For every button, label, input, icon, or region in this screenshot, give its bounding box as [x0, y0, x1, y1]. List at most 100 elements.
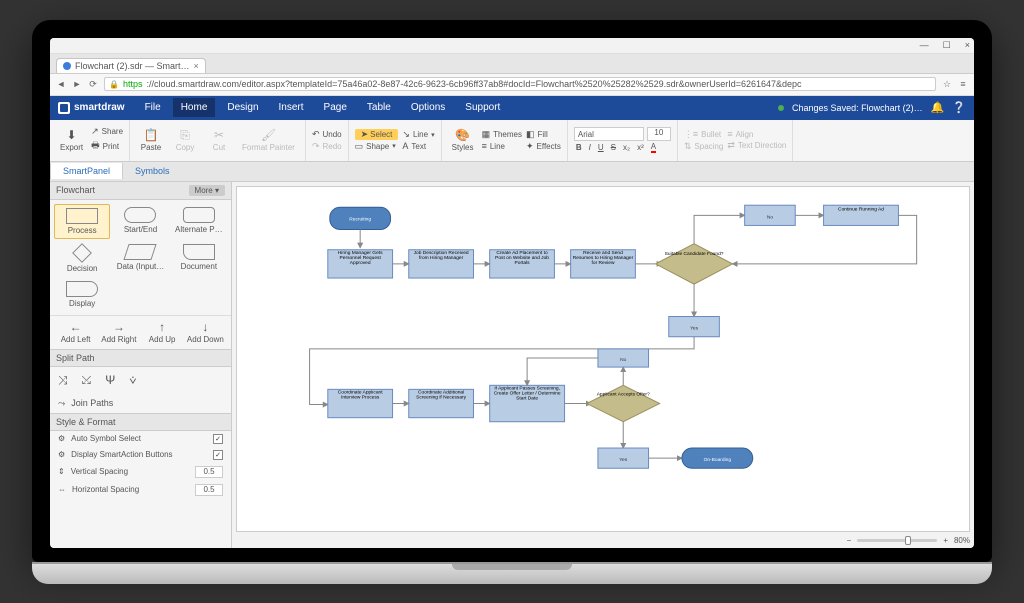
print-button[interactable]: 🖶Print — [91, 138, 123, 154]
split-tree-icon[interactable]: Ψ — [105, 373, 115, 388]
v-spacing-input[interactable]: 0.5 — [195, 466, 223, 478]
brand[interactable]: smartdraw — [58, 102, 125, 114]
browser-menu-icon[interactable]: ≡ — [958, 79, 968, 89]
bold-button[interactable]: B — [576, 143, 582, 152]
paste-button[interactable]: 📋Paste — [136, 127, 166, 154]
nav-back-icon[interactable]: ◄ — [56, 79, 66, 89]
menu-options[interactable]: Options — [403, 98, 453, 117]
url-protocol: https — [123, 79, 143, 89]
tab-close-icon[interactable]: × — [194, 61, 199, 71]
italic-button[interactable]: I — [589, 143, 591, 152]
menu-table[interactable]: Table — [359, 98, 399, 117]
zoom-out-icon[interactable]: − — [847, 536, 852, 545]
join-icon: ⤳ — [58, 398, 65, 409]
bookmark-star-icon[interactable]: ☆ — [942, 79, 952, 90]
node-d2: Applicant Accepts Offer? — [587, 385, 660, 421]
shape-decision[interactable]: Decision — [54, 241, 110, 276]
shape-datainput[interactable]: Data (Input… — [112, 241, 168, 276]
zoom-slider[interactable] — [857, 539, 937, 542]
line-style-button[interactable]: ≡Line — [482, 141, 522, 151]
canvas[interactable]: Recruiting Hiring Manager Gets Personnel… — [236, 186, 970, 532]
smartaction-row[interactable]: ⚙Display SmartAction Buttons✓ — [50, 447, 231, 463]
subscript-button[interactable]: x₂ — [623, 143, 630, 152]
add-left-button[interactable]: ←Add Left — [54, 318, 97, 347]
redo-icon: ↷ — [312, 141, 320, 152]
window-minimize[interactable]: — — [920, 40, 929, 50]
cut-button[interactable]: ✂Cut — [204, 127, 234, 154]
font-size-select[interactable]: 10 — [647, 127, 671, 141]
node-b4: Receive and Send Resumes to Hiring Manag… — [571, 249, 636, 277]
shape-alternate[interactable]: Alternate P… — [171, 204, 227, 239]
shape-document[interactable]: Document — [171, 241, 227, 276]
split-multi-icon[interactable]: ⩒ — [129, 373, 136, 388]
line-tool[interactable]: ↘Line▾ — [402, 129, 434, 140]
menu-page[interactable]: Page — [316, 98, 355, 117]
menu-home[interactable]: Home — [173, 98, 216, 117]
export-button[interactable]: ⬇Export — [56, 127, 87, 154]
favicon-icon — [63, 62, 71, 70]
auto-symbol-checkbox[interactable]: ✓ — [213, 434, 223, 444]
align-button[interactable]: ≡Align — [727, 129, 786, 139]
h-spacing-input[interactable]: 0.5 — [195, 484, 223, 496]
themes-icon: ▦ — [482, 129, 491, 140]
menu-insert[interactable]: Insert — [271, 98, 312, 117]
text-tool[interactable]: AText — [402, 141, 434, 151]
add-up-button[interactable]: ↑Add Up — [141, 318, 184, 347]
split-2-icon[interactable]: ⤨ — [58, 373, 68, 388]
add-right-button[interactable]: →Add Right — [97, 318, 140, 347]
notification-icon[interactable]: 🔔 — [931, 101, 945, 114]
auto-symbol-row[interactable]: ⚙Auto Symbol Select✓ — [50, 431, 231, 447]
font-color-button[interactable]: A — [651, 142, 656, 153]
window-maximize[interactable]: ☐ — [943, 40, 951, 51]
svg-text:No: No — [620, 357, 626, 363]
nav-reload-icon[interactable]: ⟳ — [88, 79, 98, 90]
split-path-icons: ⤨ ⤩ Ψ ⩒ — [50, 367, 231, 394]
share-button[interactable]: ↗Share — [91, 126, 123, 137]
menu-design[interactable]: Design — [219, 98, 266, 117]
fill-button[interactable]: ◧Fill — [526, 129, 561, 140]
effects-button[interactable]: ✦Effects — [526, 141, 561, 152]
redo-button[interactable]: ↷Redo — [312, 141, 342, 152]
strike-button[interactable]: S — [611, 143, 616, 152]
ribbon-group-tools: ➤Select ▭Shape▾ ↘Line▾ AText — [349, 120, 442, 161]
browser-tab[interactable]: Flowchart (2).sdr — Smart… × — [56, 58, 206, 73]
panel-tab-smartpanel[interactable]: SmartPanel — [50, 163, 123, 179]
shape-startend[interactable]: Start/End — [112, 204, 168, 239]
superscript-button[interactable]: x² — [637, 143, 644, 152]
format-painter-button[interactable]: 🖌Format Painter — [238, 127, 299, 154]
spacing-button[interactable]: ⇅Spacing — [684, 141, 723, 152]
copy-button[interactable]: ⎘Copy — [170, 127, 200, 154]
panel-tab-symbols[interactable]: Symbols — [123, 163, 182, 179]
screen-bezel: — ☐ × Flowchart (2).sdr — Smart… × ◄ ► ⟳… — [32, 20, 992, 562]
address-bar[interactable]: 🔒 https ://cloud.smartdraw.com/editor.as… — [104, 77, 936, 91]
zoom-in-icon[interactable]: + — [943, 536, 948, 545]
nav-forward-icon[interactable]: ► — [72, 79, 82, 89]
font-family-select[interactable]: Arial — [574, 127, 644, 141]
split-3-icon[interactable]: ⤩ — [82, 373, 92, 388]
canvas-area: Recruiting Hiring Manager Gets Personnel… — [232, 182, 974, 548]
shape-palette: Process Start/End Alternate P… Decision … — [50, 200, 231, 315]
select-tool[interactable]: ➤Select — [355, 129, 399, 140]
bullet-button[interactable]: ⋮≡Bullet — [684, 129, 723, 140]
join-paths-row[interactable]: ⤳Join Paths — [50, 394, 231, 413]
node-c1: Continue Running Ad — [824, 205, 899, 225]
styles-button[interactable]: 🎨Styles — [448, 127, 478, 154]
underline-button[interactable]: U — [598, 143, 604, 152]
menu-file[interactable]: File — [137, 98, 169, 117]
smartaction-checkbox[interactable]: ✓ — [213, 450, 223, 460]
undo-button[interactable]: ↶Undo — [312, 129, 342, 140]
window-close[interactable]: × — [965, 40, 970, 50]
node-b6: Coordinate Additional Screening if Neces… — [409, 389, 474, 417]
more-shapes-button[interactable]: More ▾ — [189, 185, 225, 196]
print-icon: 🖶 — [91, 138, 100, 154]
text-direction-button[interactable]: ⇄Text Direction — [727, 140, 786, 151]
add-down-button[interactable]: ↓Add Down — [184, 318, 227, 347]
effects-icon: ✦ — [526, 141, 534, 152]
themes-button[interactable]: ▦Themes — [482, 129, 522, 140]
menu-support[interactable]: Support — [457, 98, 508, 117]
shape-process[interactable]: Process — [54, 204, 110, 239]
vertical-spacing-row: ⇕Vertical Spacing0.5 — [50, 463, 231, 481]
shape-tool[interactable]: ▭Shape▾ — [355, 141, 399, 152]
help-icon[interactable]: ❔ — [952, 101, 966, 114]
shape-display[interactable]: Display — [54, 278, 110, 311]
